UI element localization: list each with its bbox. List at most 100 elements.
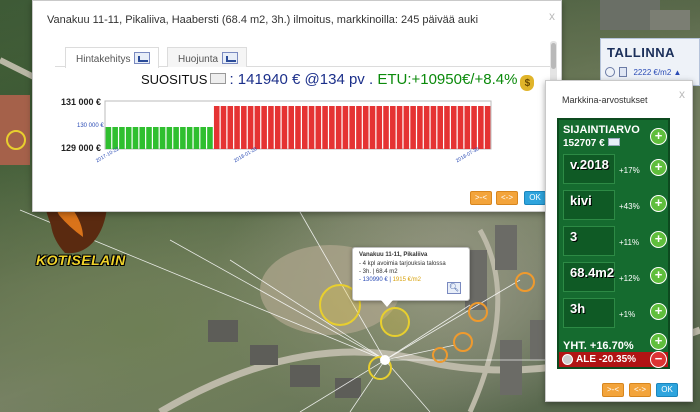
price-bar[interactable] [342,106,349,149]
factor-material-plus-button[interactable]: + [650,195,667,212]
city-card[interactable]: TALLINNA 2222 €/m2 ▲ [600,38,700,86]
magnifier-icon[interactable]: 🔍︎ [447,282,461,294]
factor-floors-pct: +11% [619,238,640,247]
factor-rooms-tile: 3h [563,298,615,328]
price-bar[interactable] [125,127,132,149]
price-bar[interactable] [464,106,471,149]
price-bar[interactable] [383,106,389,149]
price-bar[interactable] [234,106,240,149]
popup-line-rooms: - 3h. | 68.4 m2 [359,269,398,275]
discount-icon [562,354,573,365]
factor-rooms-pct: +1% [619,310,636,319]
price-bar[interactable] [213,106,220,149]
price-bar[interactable] [220,106,227,149]
valuation-dialog[interactable]: Markkina-arvostukset x SIJAINTIARVO 1527… [545,80,693,402]
price-bar[interactable] [281,106,288,149]
price-bar[interactable] [444,106,450,149]
price-bar[interactable] [132,127,139,149]
price-bar[interactable] [457,106,464,149]
price-bar[interactable] [166,127,173,149]
price-bar[interactable] [437,106,443,149]
location-plus-button[interactable]: + [650,128,667,145]
price-bar[interactable] [484,106,491,149]
price-bar[interactable] [471,106,477,149]
close-icon[interactable]: x [679,87,685,101]
price-bar[interactable] [390,106,396,149]
factor-year-plus-button[interactable]: + [650,159,667,176]
price-bar[interactable] [322,106,328,149]
widen-range-button[interactable]: <-> [496,191,518,205]
factor-area-pct: +12% [619,274,640,283]
ok-button[interactable]: OK [656,383,678,397]
price-bar[interactable] [274,106,281,149]
price-bar[interactable] [261,106,267,149]
total-adjustment: YHT. +16.70% [563,340,634,352]
narrow-range-button[interactable]: >-< [602,383,624,397]
price-bar[interactable] [180,127,186,149]
price-bar[interactable] [301,106,308,149]
city-price: 2222 €/m2 ▲ [633,68,682,77]
factor-floors-tile: 3 [563,226,615,256]
price-bar[interactable] [315,106,322,149]
price-history-chart[interactable] [33,1,563,213]
widen-range-button[interactable]: <-> [629,383,651,397]
location-value-label: SIJAINTIARVO [563,124,640,136]
ok-button[interactable]: OK [524,191,546,205]
price-bar[interactable] [417,106,423,149]
total-plus-button[interactable]: + [650,333,667,350]
price-bar[interactable] [403,106,410,149]
price-bar[interactable] [139,127,146,149]
price-bar[interactable] [329,106,335,149]
price-bar[interactable] [119,127,125,149]
price-bar[interactable] [207,127,213,149]
cursor-chart-icon [607,138,620,146]
factor-floors-plus-button[interactable]: + [650,231,667,248]
price-bar[interactable] [241,106,247,149]
price-bar[interactable] [295,106,301,149]
price-bar[interactable] [186,127,193,149]
hourglass-icon[interactable] [619,67,628,77]
price-bar[interactable] [159,127,166,149]
factor-floors-text: 3 [570,229,578,244]
price-bar[interactable] [335,106,342,149]
price-bar[interactable] [173,127,179,149]
popup-tail [381,300,393,307]
factor-rooms-text: 3h [570,301,586,316]
discount-minus-button[interactable]: − [650,351,667,368]
price-bar[interactable] [396,106,403,149]
listing-dialog[interactable]: Vanakuu 11-11, Pikaliiva, Haabersti (68.… [32,0,562,212]
price-bar[interactable] [105,127,112,149]
price-bar[interactable] [369,106,376,149]
price-bar[interactable] [200,127,206,149]
factor-year-tile: v.2018 [563,154,615,184]
price-bar[interactable] [254,106,261,149]
price-bar[interactable] [153,127,159,149]
price-bar[interactable] [227,106,234,149]
price-bar[interactable] [193,127,200,149]
popup-line-offers: - 4 kpl avoimia tarjouksia talossa [359,261,446,267]
price-bar[interactable] [430,106,437,149]
location-value: 152707 € [563,138,605,149]
price-bar[interactable] [478,106,484,149]
price-bar[interactable] [308,106,315,149]
price-bar[interactable] [288,106,295,149]
factor-material-text: kivi [570,193,592,208]
valuation-panel: SIJAINTIARVO 152707 € + v.2018 +17% + ki… [557,118,670,369]
factor-area-tile: 68.4m2 [563,262,615,292]
price-bar[interactable] [376,106,383,149]
factor-material-pct: +43% [619,202,640,211]
factor-area-plus-button[interactable]: + [650,267,667,284]
price-bar[interactable] [410,106,416,149]
clock-icon[interactable] [605,67,615,77]
narrow-range-button[interactable]: >-< [470,191,492,205]
price-bar[interactable] [423,106,430,149]
factor-rooms-plus-button[interactable]: + [650,303,667,320]
property-popup[interactable]: Vanakuu 11-11, Pikaliiva - 4 kpl avoimia… [352,247,470,301]
price-bar[interactable] [356,106,362,149]
price-bar[interactable] [247,106,254,149]
price-bar[interactable] [362,106,369,149]
price-bar[interactable] [146,127,152,149]
price-bar[interactable] [349,106,355,149]
price-bar[interactable] [450,106,457,149]
price-bar[interactable] [268,106,274,149]
